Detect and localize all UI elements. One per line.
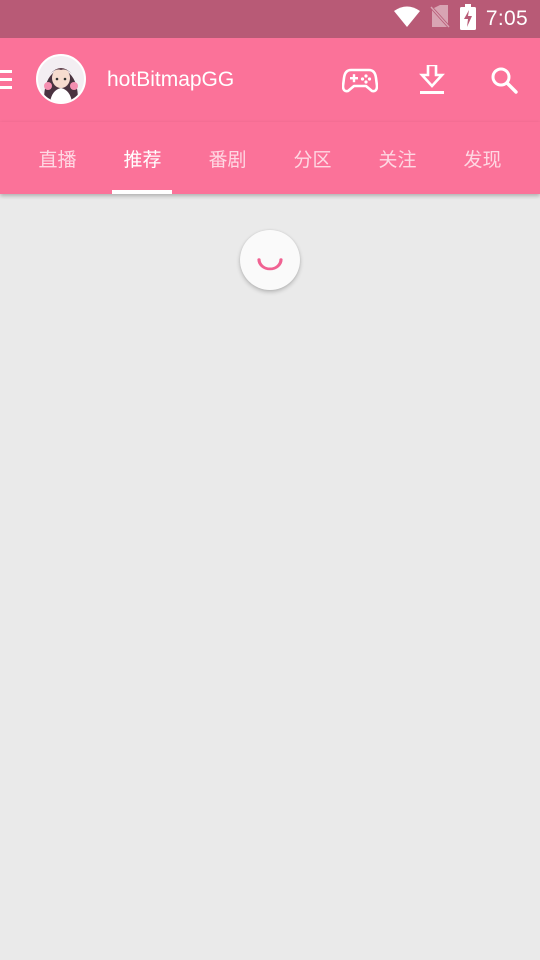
spinner-arc-icon	[257, 258, 283, 271]
tab-bangumi[interactable]: 番剧	[185, 122, 270, 194]
tab-region[interactable]: 分区	[270, 122, 355, 194]
menu-icon[interactable]	[0, 68, 14, 92]
battery-charging-icon	[459, 4, 476, 34]
avatar[interactable]	[36, 54, 86, 104]
no-sim-icon	[429, 5, 451, 33]
tab-bar: 直播 推荐 番剧 分区 关注 发现	[0, 122, 540, 194]
tab-following[interactable]: 关注	[355, 122, 440, 194]
status-bar: 7:05	[0, 0, 540, 38]
download-icon[interactable]	[414, 62, 450, 98]
loading-spinner	[240, 230, 300, 290]
tab-indicator	[112, 190, 172, 194]
tab-live[interactable]: 直播	[15, 122, 100, 194]
search-icon[interactable]	[486, 62, 522, 98]
gamepad-icon[interactable]	[342, 62, 378, 98]
status-time: 7:05	[485, 7, 528, 30]
wifi-icon	[393, 6, 420, 32]
tab-discover[interactable]: 发现	[440, 122, 525, 194]
status-icons: 7:05	[393, 0, 528, 38]
app-title: hotBitmapGG	[107, 68, 235, 91]
tab-recommend[interactable]: 推荐	[100, 122, 185, 194]
toolbar: hotBitmapGG	[0, 38, 540, 122]
